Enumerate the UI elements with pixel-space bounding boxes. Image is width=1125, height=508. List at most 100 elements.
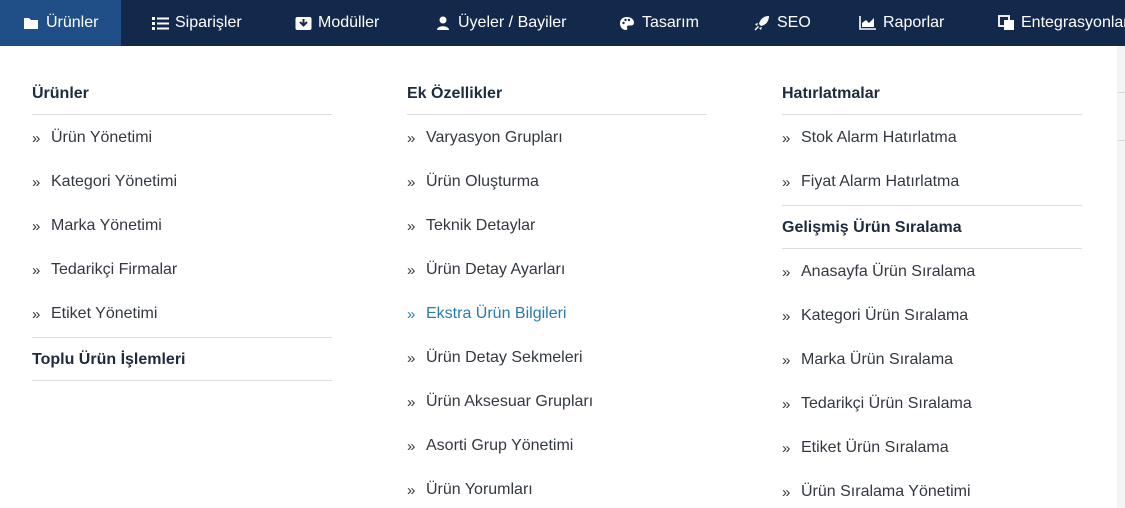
double-chevron-right-icon: » [407, 305, 416, 323]
menu-link-label: Ürün Oluşturma [426, 173, 539, 190]
copy-icon [997, 14, 1015, 32]
menu-link-label: Stok Alarm Hatırlatma [801, 129, 957, 146]
menu-link-anasayfa-urun-siralama[interactable]: » Anasayfa Ürün Sıralama [782, 260, 1082, 284]
user-icon [434, 14, 452, 32]
menu-link-urun-detay-sekmeleri[interactable]: » Ürün Detay Sekmeleri [407, 346, 707, 370]
menu-link-fiyat-alarm-hatirlatma[interactable]: » Fiyat Alarm Hatırlatma [782, 170, 1082, 194]
nav-item-seo[interactable]: SEO [753, 0, 811, 46]
menu-link-urun-yonetimi[interactable]: » Ürün Yönetimi [32, 126, 332, 150]
menu-link-urun-olusturma[interactable]: » Ürün Oluşturma [407, 170, 707, 194]
top-navigation-bar: Ürünler Siparişler Modüller Üyeler / Bay… [0, 0, 1125, 46]
double-chevron-right-icon: » [782, 395, 791, 413]
nav-item-raporlar[interactable]: Raporlar [859, 0, 944, 46]
menu-link-label: Fiyat Alarm Hatırlatma [801, 173, 960, 190]
menu-link-label: Ürün Sıralama Yönetimi [801, 483, 971, 500]
heading-label: Gelişmiş Ürün Sıralama [782, 219, 962, 236]
double-chevron-right-icon: » [782, 173, 791, 191]
menu-link-kategori-yonetimi[interactable]: » Kategori Yönetimi [32, 170, 332, 194]
menu-link-asorti-grup-yonetimi[interactable]: » Asorti Grup Yönetimi [407, 434, 707, 458]
menu-link-label: Kategori Yönetimi [51, 173, 177, 190]
nav-label: SEO [777, 14, 811, 31]
nav-label: Ürünler [46, 14, 99, 31]
menu-link-label: Ürün Yorumları [426, 481, 533, 498]
menu-link-label: Ürün Yönetimi [51, 129, 153, 146]
menu-heading-ek-ozellikler[interactable]: Ek Özellikler [407, 71, 707, 115]
menu-link-teknik-detaylar[interactable]: » Teknik Detaylar [407, 214, 707, 238]
double-chevron-right-icon: » [782, 307, 791, 325]
products-mega-menu: Ürünler » Ürün Yönetimi » Kategori Yönet… [0, 46, 1117, 508]
box-icon [294, 14, 312, 32]
nav-label: Siparişler [175, 14, 242, 31]
nav-item-uyeler-bayiler[interactable]: Üyeler / Bayiler [434, 0, 566, 46]
heading-label: Ek Özellikler [407, 84, 503, 102]
menu-link-varyasyon-gruplari[interactable]: » Varyasyon Grupları [407, 126, 707, 150]
heading-label: Toplu Ürün İşlemleri [32, 351, 186, 368]
menu-link-ekstra-urun-bilgileri[interactable]: » Ekstra Ürün Bilgileri [407, 302, 707, 326]
double-chevron-right-icon: » [32, 217, 41, 235]
double-chevron-right-icon: » [407, 261, 416, 279]
double-chevron-right-icon: » [407, 349, 416, 367]
menu-link-label: Etiket Ürün Sıralama [801, 439, 949, 456]
nav-label: Raporlar [883, 14, 945, 31]
double-chevron-right-icon: » [407, 437, 416, 455]
nav-item-urunler[interactable]: Ürünler [0, 0, 121, 46]
menu-link-label: Varyasyon Grupları [426, 129, 563, 146]
menu-link-etiket-urun-siralama[interactable]: » Etiket Ürün Sıralama [782, 436, 1082, 460]
nav-label: Entegrasyonlar [1021, 14, 1125, 31]
nav-item-entegrasyonlar[interactable]: Entegrasyonlar [997, 0, 1125, 46]
menu-link-label: Ürün Detay Ayarları [426, 261, 566, 278]
menu-link-marka-urun-siralama[interactable]: » Marka Ürün Sıralama [782, 348, 1082, 372]
double-chevron-right-icon: » [32, 129, 41, 147]
list-icon [151, 14, 169, 32]
menu-link-urun-yorumlari[interactable]: » Ürün Yorumları [407, 478, 707, 502]
menu-link-urun-detay-ayarlari[interactable]: » Ürün Detay Ayarları [407, 258, 707, 282]
double-chevron-right-icon: » [782, 129, 791, 147]
double-chevron-right-icon: » [782, 483, 791, 501]
page-divider [1117, 92, 1125, 93]
menu-heading-toplu-urun-islemleri[interactable]: Toplu Ürün İşlemleri [32, 337, 332, 381]
menu-link-etiket-yonetimi[interactable]: » Etiket Yönetimi [32, 302, 332, 326]
menu-link-kategori-urun-siralama[interactable]: » Kategori Ürün Sıralama [782, 304, 1082, 328]
menu-link-marka-yonetimi[interactable]: » Marka Yönetimi [32, 214, 332, 238]
menu-link-label: Etiket Yönetimi [51, 305, 158, 322]
menu-link-label: Ekstra Ürün Bilgileri [426, 305, 567, 322]
menu-link-tedarikci-firmalar[interactable]: » Tedarikçi Firmalar [32, 258, 332, 282]
menu-link-label: Anasayfa Ürün Sıralama [801, 263, 976, 280]
menu-link-label: Marka Ürün Sıralama [801, 351, 954, 368]
double-chevron-right-icon: » [32, 261, 41, 279]
page-divider [1117, 140, 1125, 141]
page-background-edge [1117, 46, 1125, 508]
double-chevron-right-icon: » [32, 173, 41, 191]
nav-label: Tasarım [642, 14, 699, 31]
double-chevron-right-icon: » [782, 263, 791, 281]
rocket-icon [753, 14, 771, 32]
menu-link-label: Kategori Ürün Sıralama [801, 307, 969, 324]
nav-item-siparisler[interactable]: Siparişler [151, 0, 242, 46]
menu-link-urun-aksesuar-gruplari[interactable]: » Ürün Aksesuar Grupları [407, 390, 707, 414]
nav-item-moduller[interactable]: Modüller [294, 0, 379, 46]
menu-link-label: Tedarikçi Ürün Sıralama [801, 395, 972, 412]
menu-link-urun-siralama-yonetimi[interactable]: » Ürün Sıralama Yönetimi [782, 480, 1082, 504]
double-chevron-right-icon: » [407, 173, 416, 191]
double-chevron-right-icon: » [407, 393, 416, 411]
menu-link-label: Ürün Detay Sekmeleri [426, 349, 583, 366]
double-chevron-right-icon: » [407, 217, 416, 235]
menu-heading-hatirlatmalar[interactable]: Hatırlatmalar [782, 71, 1082, 115]
heading-label: Hatırlatmalar [782, 84, 880, 102]
menu-link-label: Ürün Aksesuar Grupları [426, 393, 594, 410]
menu-link-label: Marka Yönetimi [51, 217, 162, 234]
heading-label: Ürünler [32, 84, 89, 102]
folder-icon [22, 14, 40, 32]
double-chevron-right-icon: » [782, 439, 791, 457]
menu-heading-urunler[interactable]: Ürünler [32, 71, 332, 115]
nav-item-tasarim[interactable]: Tasarım [618, 0, 699, 46]
nav-label: Modüller [318, 14, 380, 31]
menu-link-label: Teknik Detaylar [426, 217, 536, 234]
menu-link-tedarikci-urun-siralama[interactable]: » Tedarikçi Ürün Sıralama [782, 392, 1082, 416]
menu-link-label: Asorti Grup Yönetimi [426, 437, 574, 454]
double-chevron-right-icon: » [782, 351, 791, 369]
double-chevron-right-icon: » [407, 129, 416, 147]
menu-link-stok-alarm-hatirlatma[interactable]: » Stok Alarm Hatırlatma [782, 126, 1082, 150]
double-chevron-right-icon: » [32, 305, 41, 323]
menu-heading-gelismis-urun-siralama[interactable]: Gelişmiş Ürün Sıralama [782, 205, 1082, 249]
